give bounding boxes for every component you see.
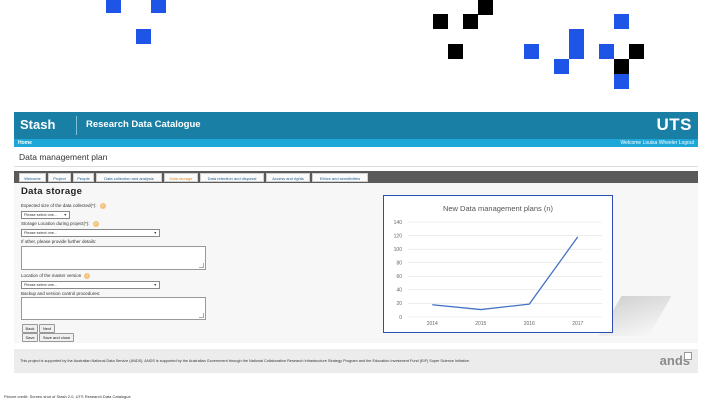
expected-size-label: Expected size of the data collected(*):? [21, 203, 106, 209]
backup-label: Backup and version control procedures: [21, 291, 101, 296]
logo-divider [76, 116, 77, 135]
resize-handle[interactable] [199, 263, 204, 268]
help-icon[interactable]: ? [99, 203, 106, 209]
decorative-square [524, 44, 539, 59]
chart-title: New Data management plans (n) [443, 204, 554, 213]
user-welcome[interactable]: Welcome Louisa Wheeler Logout [620, 139, 694, 147]
footer: This project is supported by the Austral… [14, 349, 698, 373]
decorative-square [463, 14, 478, 29]
decorative-square [433, 14, 448, 29]
tab-data-retention[interactable]: Data retention and disposal [200, 173, 264, 182]
divider [14, 166, 698, 167]
decorative-square [614, 59, 629, 74]
decorative-square [629, 44, 644, 59]
next-button[interactable]: Next [39, 324, 55, 333]
decorative-square [614, 14, 629, 29]
uts-logo[interactable]: UTS [657, 115, 693, 135]
expected-size-select[interactable]: Please select one... ▼ [21, 211, 70, 219]
expected-size-text: Expected size of the data collected(*): [21, 203, 97, 209]
x-tick-label: 2015 [475, 321, 486, 327]
y-tick-label: 100 [394, 247, 403, 253]
help-icon[interactable]: ? [92, 221, 99, 227]
series-line [432, 236, 579, 311]
decorative-square [554, 59, 569, 74]
tab-ethics[interactable]: Ethics and sensitivities [312, 173, 368, 182]
chevron-down-icon: ▼ [153, 283, 157, 287]
nav-subbar: Home Welcome Louisa Wheeler Logout [14, 139, 698, 147]
ands-badge-icon [684, 352, 692, 360]
x-tick-label: 2017 [572, 321, 583, 327]
decorative-square [614, 74, 629, 89]
decorative-square [569, 44, 584, 59]
y-tick-label: 40 [396, 288, 402, 294]
backup-textarea[interactable] [21, 297, 206, 320]
master-location-text: Location of the master version [21, 273, 82, 279]
tab-data-storage[interactable]: Data storage [164, 173, 198, 182]
expected-size-value: Please select one... [24, 213, 58, 217]
decorative-square [569, 29, 584, 44]
decorative-square [448, 44, 463, 59]
master-location-select[interactable]: Please select one... ▼ [21, 281, 160, 289]
tab-people[interactable]: People [73, 173, 94, 182]
x-tick-label: 2016 [524, 321, 535, 327]
line-chart: New Data management plans (n) 0 20 40 60 80 1… [394, 204, 602, 327]
app-title: Research Data Catalogue [86, 119, 201, 130]
picture-credit: Picture credit: Screen shot of Stash 2.0… [4, 394, 131, 399]
back-button[interactable]: Back [22, 324, 38, 333]
footer-text: This project is supported by the Austral… [20, 359, 470, 363]
storage-location-label: Storage Location during project(*):? [21, 221, 99, 227]
storage-location-text: Storage Location during project(*): [21, 221, 90, 227]
help-icon[interactable]: ? [84, 273, 91, 279]
decorative-square [478, 0, 493, 15]
save-and-close-button[interactable]: Save and close [39, 333, 74, 342]
decorative-square [151, 0, 166, 13]
y-tick-label: 140 [394, 220, 403, 226]
tab-welcome[interactable]: Welcome [19, 173, 46, 182]
other-details-textarea[interactable] [21, 246, 206, 270]
other-details-label: If other, please provide further details… [21, 239, 97, 244]
y-tick-label: 60 [396, 274, 402, 280]
master-location-value: Please select one... [24, 283, 58, 287]
y-tick-label: 80 [396, 261, 402, 267]
home-link[interactable]: Home [18, 139, 32, 147]
chevron-down-icon: ▼ [63, 213, 67, 217]
section-heading: Data storage [21, 186, 83, 197]
decorative-square [136, 29, 151, 44]
stash-logo[interactable]: Stash [20, 117, 55, 132]
chevron-down-icon: ▼ [153, 231, 157, 235]
y-tick-label: 120 [394, 233, 403, 239]
tab-project[interactable]: Project [48, 173, 71, 182]
storage-location-value: Please select one... [24, 231, 58, 235]
decorative-square [599, 44, 614, 59]
page-title: Data management plan [19, 152, 108, 162]
decorative-square [106, 0, 121, 13]
resize-handle[interactable] [199, 313, 204, 318]
save-button[interactable]: Save [22, 333, 38, 342]
y-tick-label: 0 [399, 315, 402, 321]
x-tick-label: 2014 [427, 321, 438, 327]
y-tick-label: 20 [396, 301, 402, 307]
tab-access-rights[interactable]: Access and rights [266, 173, 310, 182]
master-location-label: Location of the master version? [21, 273, 91, 279]
chart-card: New Data management plans (n) 0 20 40 60 80 1… [383, 195, 613, 333]
app-header: Stash Research Data Catalogue UTS [14, 112, 698, 139]
tab-data-collection[interactable]: Data collection and analysis [96, 173, 162, 182]
storage-location-select[interactable]: Please select one... ▼ [21, 229, 160, 237]
